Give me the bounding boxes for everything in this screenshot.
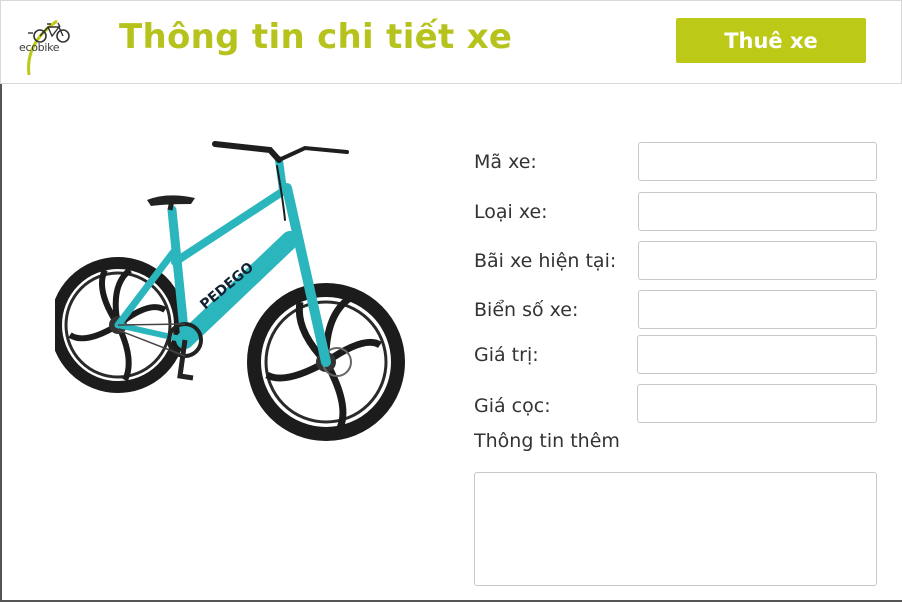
header-bar: ecobike Thông tin chi tiết xe Thuê xe: [0, 0, 902, 84]
bike-frame: [114, 156, 331, 367]
bike-image: PEDEGO: [55, 141, 405, 441]
current-station-label: Bãi xe hiện tại:: [474, 250, 617, 272]
bike-id-field[interactable]: [638, 142, 877, 181]
rent-bike-button[interactable]: Thuê xe: [676, 18, 866, 63]
deposit-label: Giá cọc:: [474, 395, 551, 417]
bike-type-field[interactable]: [638, 192, 877, 231]
value-field[interactable]: [637, 335, 877, 374]
bike-seat: [147, 195, 195, 211]
extra-info-textarea[interactable]: [474, 472, 877, 586]
value-label: Giá trị:: [474, 344, 539, 366]
page-title: Thông tin chi tiết xe: [119, 17, 513, 57]
license-plate-field[interactable]: [638, 290, 877, 329]
bike-id-label: Mã xe:: [474, 151, 537, 173]
bike-type-label: Loại xe:: [474, 201, 548, 223]
deposit-field[interactable]: [637, 384, 877, 423]
current-station-field[interactable]: [638, 241, 877, 280]
logo-text: ecobike: [19, 41, 60, 54]
license-plate-label: Biển số xe:: [474, 299, 579, 321]
extra-info-label: Thông tin thêm: [474, 430, 620, 452]
